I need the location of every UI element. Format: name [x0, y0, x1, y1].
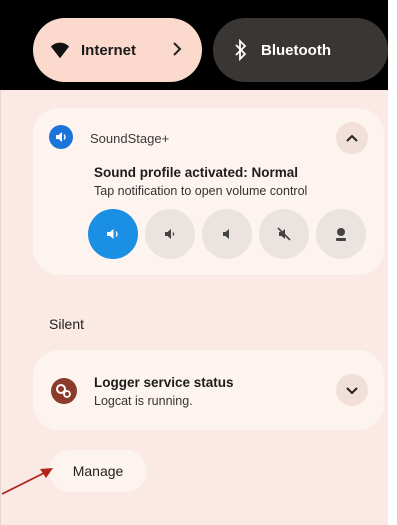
soundstage-icon — [49, 125, 73, 149]
silent-section-label: Silent — [49, 316, 85, 332]
logger-title: Logger service status — [94, 375, 234, 390]
internet-tile-label: Internet — [81, 41, 137, 59]
sound-mode-normal-button[interactable] — [88, 209, 138, 259]
internet-tile[interactable]: Internet — [33, 18, 202, 82]
bluetooth-tile-label: Bluetooth — [261, 41, 331, 59]
sound-mode-quiet-button[interactable] — [202, 209, 252, 259]
bluetooth-icon — [235, 39, 247, 61]
bluetooth-tile[interactable]: Bluetooth — [213, 18, 388, 82]
speaker-mute-icon — [277, 227, 291, 241]
speaker-quiet-icon — [223, 229, 229, 239]
chevron-right-icon[interactable] — [169, 40, 185, 58]
quick-settings-bar: Internet Bluetooth — [0, 0, 388, 90]
sound-mode-low-button[interactable] — [145, 209, 195, 259]
collapse-button[interactable] — [336, 122, 368, 154]
gears-icon — [51, 378, 77, 404]
notification-subtitle: Tap notification to open volume control — [94, 184, 308, 198]
headset-icon — [336, 228, 346, 241]
chevron-down-icon — [346, 387, 358, 395]
app-name: SoundStage+ — [90, 131, 170, 146]
soundstage-notification[interactable]: SoundStage+ Sound profile activated: Nor… — [33, 108, 384, 275]
annotation-arrow — [1, 468, 53, 495]
expand-button[interactable] — [336, 374, 368, 406]
speaker-normal-icon — [107, 229, 118, 239]
chevron-up-icon — [346, 134, 358, 142]
speaker-low-icon — [165, 229, 175, 239]
sound-mode-mute-button[interactable] — [259, 209, 309, 259]
notification-title: Sound profile activated: Normal — [94, 165, 299, 180]
sound-mode-headset-button[interactable] — [316, 209, 366, 259]
wifi-icon — [50, 42, 70, 59]
logger-subtitle: Logcat is running. — [94, 394, 193, 408]
logger-notification[interactable]: Logger service status Logcat is running. — [33, 350, 384, 430]
